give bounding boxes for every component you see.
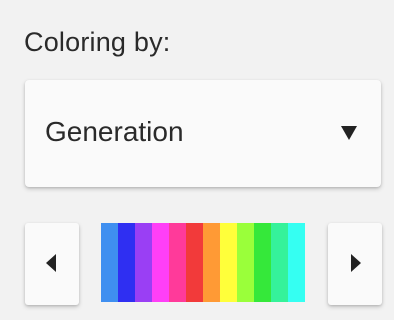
color-swatch — [186, 223, 203, 302]
coloring-select-value: Generation — [45, 116, 184, 147]
color-swatch — [101, 223, 118, 302]
color-swatch — [135, 223, 152, 302]
color-swatch — [254, 223, 271, 302]
color-swatch — [169, 223, 186, 302]
color-swatch — [118, 223, 135, 302]
color-palette — [101, 223, 305, 302]
color-swatch — [203, 223, 220, 302]
color-swatch — [152, 223, 169, 302]
caret-left-icon — [46, 254, 56, 272]
color-swatch — [237, 223, 254, 302]
coloring-select[interactable]: Generation — [25, 80, 381, 187]
caret-right-icon — [351, 254, 361, 272]
color-swatch — [271, 223, 288, 302]
color-swatch — [220, 223, 237, 302]
previous-palette-button[interactable] — [25, 223, 79, 305]
caret-down-icon — [341, 126, 357, 140]
coloring-heading: Coloring by: — [24, 27, 171, 57]
color-swatch — [288, 223, 305, 302]
coloring-panel: Coloring by: Generation — [0, 0, 394, 320]
next-palette-button[interactable] — [328, 223, 382, 305]
